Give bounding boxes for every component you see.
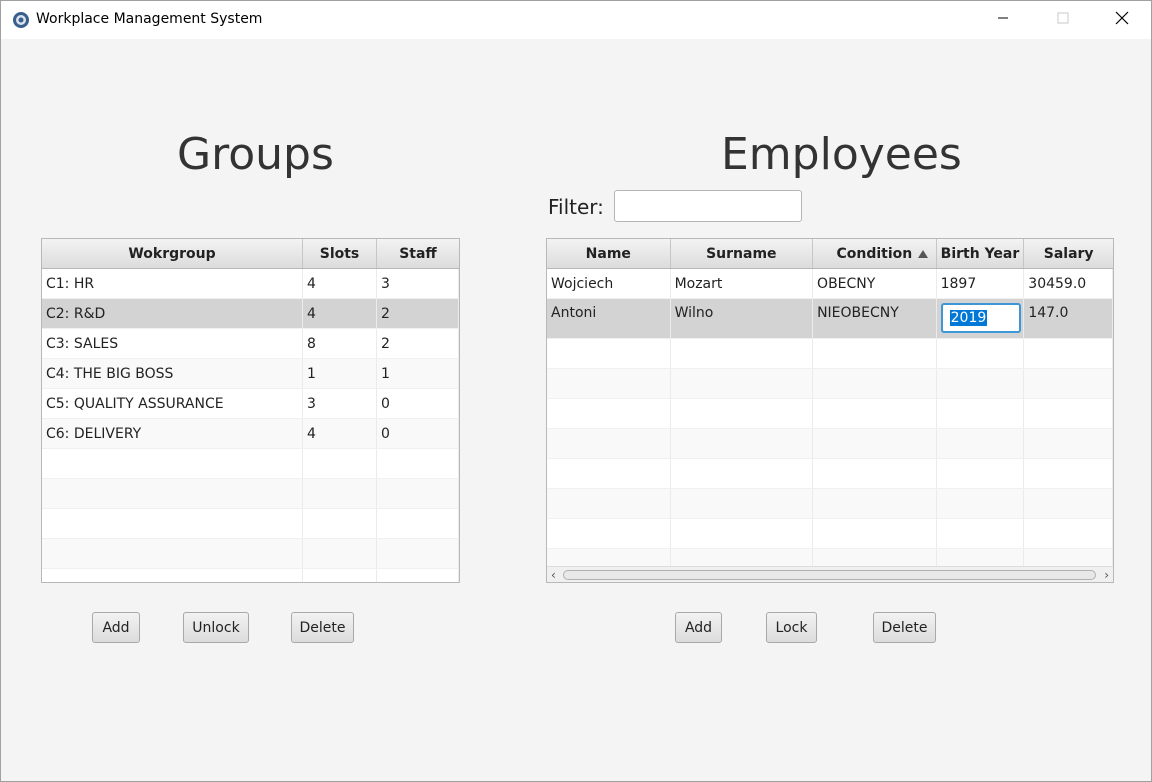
empty-row (547, 339, 1113, 369)
groups-heading: Groups (177, 129, 334, 180)
cell-condition: NIEOBECNY (813, 299, 937, 338)
close-icon (1115, 11, 1129, 29)
table-row[interactable]: C6: DELIVERY 4 0 (42, 419, 459, 449)
empty-row (547, 429, 1113, 459)
filter-label: Filter: (548, 195, 604, 219)
scroll-right-icon[interactable]: › (1104, 568, 1109, 582)
empty-row (42, 509, 459, 539)
employees-heading: Employees (721, 129, 962, 180)
groups-table-header: Wokrgroup Slots Staff (42, 239, 459, 269)
scrollbar-thumb[interactable] (563, 570, 1096, 580)
cell-workgroup: C2: R&D (42, 299, 303, 328)
column-header-name[interactable]: Name (547, 239, 671, 268)
empty-row (42, 539, 459, 569)
birth-year-edit-field[interactable]: 2019 (940, 303, 1021, 333)
maximize-button[interactable] (1034, 1, 1092, 39)
cell-surname: Mozart (671, 269, 814, 298)
cell-staff: 0 (377, 389, 459, 418)
empty-row (547, 519, 1113, 549)
cell-surname: Wilno (671, 299, 814, 338)
scroll-left-icon[interactable]: ‹ (551, 568, 556, 582)
cell-workgroup: C5: QUALITY ASSURANCE (42, 389, 303, 418)
employees-lock-button[interactable]: Lock (766, 612, 817, 643)
empty-row (42, 569, 459, 582)
column-header-slots[interactable]: Slots (303, 239, 377, 268)
groups-table[interactable]: Wokrgroup Slots Staff C1: HR 4 3 C2: R&D… (41, 238, 460, 583)
employees-table-header: Name Surname Condition Birth Year Salary (547, 239, 1113, 269)
empty-row (42, 449, 459, 479)
app-gear-icon (11, 10, 31, 30)
cell-staff: 2 (377, 299, 459, 328)
table-row-selected[interactable]: C2: R&D 4 2 (42, 299, 459, 329)
column-header-staff[interactable]: Staff (377, 239, 459, 268)
cell-slots: 4 (303, 299, 377, 328)
empty-row (42, 479, 459, 509)
groups-add-button[interactable]: Add (92, 612, 140, 643)
minimize-button[interactable] (974, 1, 1032, 39)
cell-staff: 0 (377, 419, 459, 448)
cell-salary: 30459.0 (1024, 269, 1113, 298)
cell-workgroup: C3: SALES (42, 329, 303, 358)
empty-row (547, 489, 1113, 519)
cell-workgroup: C4: THE BIG BOSS (42, 359, 303, 388)
cell-condition: OBECNY (813, 269, 937, 298)
column-header-salary[interactable]: Salary (1024, 239, 1113, 268)
groups-table-body: C1: HR 4 3 C2: R&D 4 2 C3: SALES 8 2 C4:… (42, 269, 459, 582)
table-row[interactable]: C3: SALES 8 2 (42, 329, 459, 359)
birth-year-selected-text: 2019 (949, 310, 988, 326)
cell-name: Antoni (547, 299, 671, 338)
groups-delete-button[interactable]: Delete (291, 612, 354, 643)
employees-delete-button[interactable]: Delete (873, 612, 936, 643)
maximize-icon (1057, 12, 1069, 28)
cell-staff: 3 (377, 269, 459, 298)
window-title: Workplace Management System (36, 11, 263, 27)
cell-slots: 8 (303, 329, 377, 358)
cell-staff: 2 (377, 329, 459, 358)
empty-row (547, 399, 1113, 429)
cell-workgroup: C6: DELIVERY (42, 419, 303, 448)
cell-slots: 4 (303, 269, 377, 298)
table-row[interactable]: Wojciech Mozart OBECNY 1897 30459.0 (547, 269, 1113, 299)
title-bar: Workplace Management System (1, 1, 1151, 39)
cell-salary: 147.0 (1024, 299, 1113, 338)
table-row[interactable]: C4: THE BIG BOSS 1 1 (42, 359, 459, 389)
table-row[interactable]: C5: QUALITY ASSURANCE 3 0 (42, 389, 459, 419)
cell-workgroup: C1: HR (42, 269, 303, 298)
employees-add-button[interactable]: Add (675, 612, 722, 643)
close-button[interactable] (1093, 1, 1151, 39)
column-header-condition[interactable]: Condition (813, 239, 937, 268)
table-row[interactable]: C1: HR 4 3 (42, 269, 459, 299)
cell-slots: 4 (303, 419, 377, 448)
column-header-workgroup[interactable]: Wokrgroup (42, 239, 303, 268)
column-header-birth-year[interactable]: Birth Year (937, 239, 1025, 268)
horizontal-scrollbar[interactable]: ‹ › (547, 566, 1113, 582)
cell-birth-year-editing[interactable]: 2019 (937, 299, 1025, 338)
cell-slots: 3 (303, 389, 377, 418)
cell-slots: 1 (303, 359, 377, 388)
column-header-condition-label: Condition (836, 245, 913, 262)
employees-table-body: Wojciech Mozart OBECNY 1897 30459.0 Anto… (547, 269, 1113, 579)
cell-birth-year: 1897 (937, 269, 1025, 298)
cell-staff: 1 (377, 359, 459, 388)
groups-unlock-button[interactable]: Unlock (183, 612, 249, 643)
employees-table[interactable]: Name Surname Condition Birth Year Salary… (546, 238, 1114, 583)
table-row-selected[interactable]: Antoni Wilno NIEOBECNY 2019 147.0 (547, 299, 1113, 339)
app-window: Workplace Management System Groups Wokrg… (0, 0, 1152, 782)
cell-name: Wojciech (547, 269, 671, 298)
sort-ascending-icon (917, 250, 928, 258)
empty-row (547, 459, 1113, 489)
column-header-surname[interactable]: Surname (671, 239, 814, 268)
filter-input[interactable] (614, 190, 802, 222)
minimize-icon (997, 12, 1009, 28)
empty-row (547, 369, 1113, 399)
